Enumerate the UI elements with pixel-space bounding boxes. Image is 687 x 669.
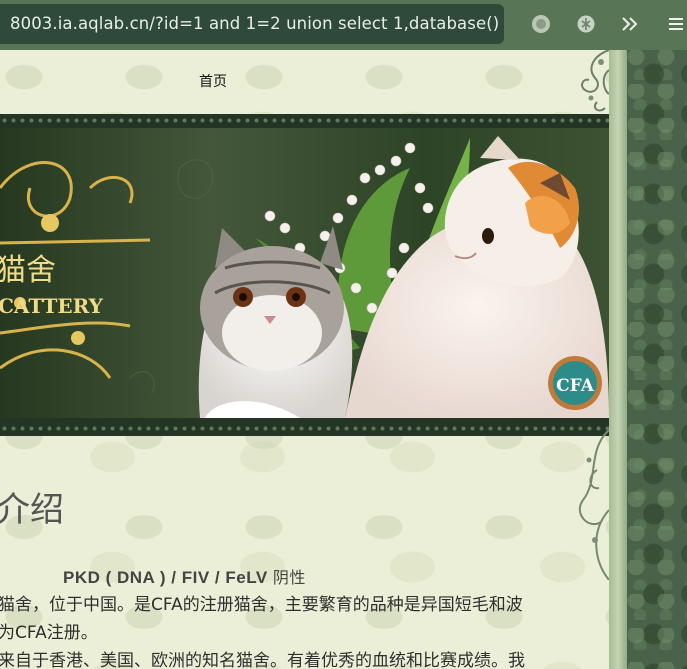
address-bar-url[interactable]: 8003.ia.aqlab.cn/?id=1 and 1=2 union sel… [10,4,499,44]
browser-toolbar: 8003.ia.aqlab.cn/?id=1 and 1=2 union sel… [0,0,687,50]
cfa-badge: CFA [548,356,602,410]
section-title: 介绍 [0,490,64,530]
nav-home-link[interactable]: 首页 [199,71,227,91]
tests-text: PKD ( DNA ) / FIV / FeLV [63,568,268,587]
extension-icon[interactable] [573,11,599,37]
side-strip [609,50,627,669]
tests-result: 阴性 [272,570,306,587]
record-icon[interactable] [528,11,554,37]
svg-text:CFA: CFA [556,376,595,396]
intro-line-2: 为CFA注册。 [0,623,98,643]
address-bar[interactable]: 8003.ia.aqlab.cn/?id=1 and 1=2 union sel… [0,4,504,44]
banner-brand-text: 猫舍 [0,253,56,288]
corner-ornament [581,50,609,112]
banner-image: 猫舍 CATTERY CFA [0,128,609,418]
side-pattern [627,50,687,669]
tests-line: PKD ( DNA ) / FIV / FeLV 阴性 [63,564,306,588]
side-ornament [578,430,609,580]
tabby-cat [198,226,353,418]
banner-brand-sub: CATTERY [0,294,104,318]
more-tabs-icon[interactable] [617,11,643,37]
menu-icon[interactable] [663,11,687,37]
intro-line-3: 来自于香港、美国、欧洲的知名猫舍。有着优秀的血统和比赛成绩。我 [0,651,525,669]
page-content: 首页 猫舍 CATTERY CFA 介绍 PKD (DNA) / FIV /… [0,50,609,669]
intro-line-1: 猫舍，位于中国。是CFA的注册猫舍，主要繁育的品种是异国短毛和波 [0,595,523,615]
